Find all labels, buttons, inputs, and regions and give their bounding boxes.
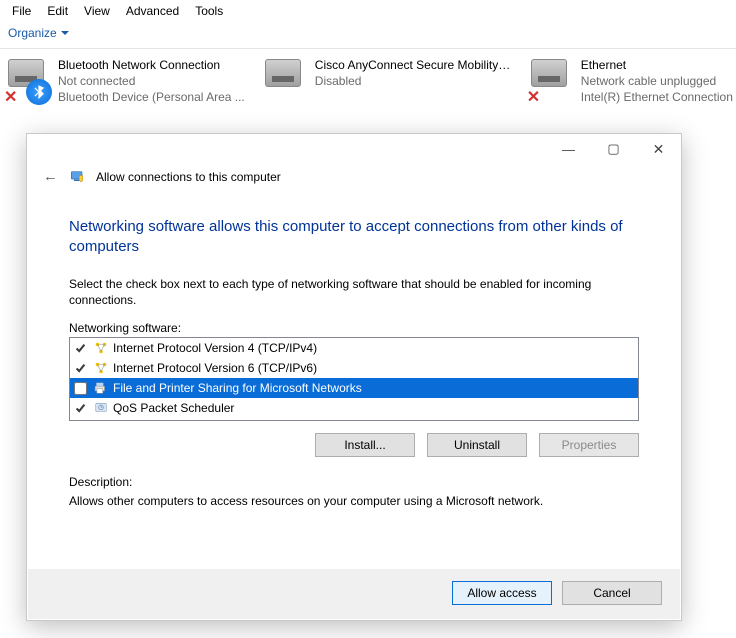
chevron-down-icon bbox=[61, 31, 69, 35]
list-item-ipv6[interactable]: Internet Protocol Version 6 (TCP/IPv6) bbox=[70, 358, 638, 378]
menu-file[interactable]: File bbox=[4, 2, 39, 20]
list-item-checkbox[interactable] bbox=[74, 382, 87, 395]
install-button[interactable]: Install... bbox=[315, 433, 415, 457]
adapter-bluetooth[interactable]: ✕ Bluetooth Network Connection Not conne… bbox=[4, 57, 245, 106]
list-item-checkbox[interactable] bbox=[74, 362, 87, 375]
cancel-button[interactable]: Cancel bbox=[562, 581, 662, 605]
adapter-status: Network cable unplugged bbox=[581, 73, 736, 89]
list-buttons-row: Install... Uninstall Properties bbox=[69, 433, 639, 457]
uninstall-button[interactable]: Uninstall bbox=[427, 433, 527, 457]
network-adapter-icon bbox=[265, 59, 301, 87]
list-item-ipv4[interactable]: Internet Protocol Version 4 (TCP/IPv4) bbox=[70, 338, 638, 358]
error-x-icon: ✕ bbox=[4, 87, 22, 105]
description-text: Allows other computers to access resourc… bbox=[69, 493, 639, 510]
organize-label: Organize bbox=[8, 26, 57, 40]
dialog-title: Networking software allows this computer… bbox=[69, 217, 639, 258]
adapter-icon bbox=[261, 57, 309, 105]
printer-icon bbox=[93, 380, 109, 396]
adapter-name: Cisco AnyConnect Secure Mobility Client … bbox=[315, 57, 511, 73]
menu-tools[interactable]: Tools bbox=[187, 2, 231, 20]
shield-monitor-icon bbox=[70, 169, 86, 185]
menu-advanced[interactable]: Advanced bbox=[118, 2, 187, 20]
menu-edit[interactable]: Edit bbox=[39, 2, 76, 20]
list-item-label: Internet Protocol Version 4 (TCP/IPv4) bbox=[113, 341, 317, 355]
description-label: Description: bbox=[69, 475, 639, 489]
menu-bar: File Edit View Advanced Tools bbox=[0, 0, 736, 22]
adapter-name: Bluetooth Network Connection bbox=[58, 57, 245, 73]
back-arrow-icon[interactable]: ← bbox=[41, 168, 60, 185]
dialog-header: ← Allow connections to this computer bbox=[27, 164, 681, 195]
adapter-name: Ethernet bbox=[581, 57, 736, 73]
adapter-texts: Bluetooth Network Connection Not connect… bbox=[58, 57, 245, 106]
allow-access-button[interactable]: Allow access bbox=[452, 581, 552, 605]
close-button[interactable]: ✕ bbox=[636, 134, 681, 164]
network-adapter-icon bbox=[531, 59, 567, 87]
list-item-label: Internet Protocol Version 6 (TCP/IPv6) bbox=[113, 361, 317, 375]
organize-dropdown[interactable]: Organize bbox=[8, 26, 69, 40]
list-label: Networking software: bbox=[69, 321, 639, 335]
adapters-list: ✕ Bluetooth Network Connection Not conne… bbox=[0, 49, 736, 114]
adapter-status: Disabled bbox=[315, 73, 511, 89]
adapter-device: Bluetooth Device (Personal Area ... bbox=[58, 89, 245, 105]
protocol-icon bbox=[93, 340, 109, 356]
list-item-label: File and Printer Sharing for Microsoft N… bbox=[113, 381, 362, 395]
dialog-body: Networking software allows this computer… bbox=[27, 195, 681, 569]
adapter-ethernet[interactable]: ✕ Ethernet Network cable unplugged Intel… bbox=[527, 57, 736, 106]
adapter-icon: ✕ bbox=[527, 57, 575, 105]
toolbar: Organize bbox=[0, 22, 736, 49]
dialog-footer: Allow access Cancel bbox=[28, 569, 680, 619]
bluetooth-icon bbox=[26, 79, 52, 105]
adapter-texts: Ethernet Network cable unplugged Intel(R… bbox=[581, 57, 736, 106]
list-item-qos[interactable]: QoS Packet Scheduler bbox=[70, 398, 638, 418]
error-x-icon: ✕ bbox=[527, 87, 545, 105]
list-item-checkbox[interactable] bbox=[74, 402, 87, 415]
adapter-device: Intel(R) Ethernet Connection (5) bbox=[581, 89, 736, 105]
networking-software-list[interactable]: Internet Protocol Version 4 (TCP/IPv4) I… bbox=[69, 337, 639, 421]
menu-view[interactable]: View bbox=[76, 2, 118, 20]
adapter-cisco[interactable]: Cisco AnyConnect Secure Mobility Client … bbox=[261, 57, 511, 106]
minimize-button[interactable]: — bbox=[546, 134, 591, 164]
dialog-titlebar: — ▢ ✕ bbox=[27, 134, 681, 164]
list-item-label: QoS Packet Scheduler bbox=[113, 401, 234, 415]
protocol-icon bbox=[93, 360, 109, 376]
adapter-texts: Cisco AnyConnect Secure Mobility Client … bbox=[315, 57, 511, 106]
adapter-icon: ✕ bbox=[4, 57, 52, 105]
allow-connections-dialog: — ▢ ✕ ← Allow connections to this comput… bbox=[26, 133, 682, 621]
maximize-button[interactable]: ▢ bbox=[591, 134, 636, 164]
list-item-file-printer-sharing[interactable]: File and Printer Sharing for Microsoft N… bbox=[70, 378, 638, 398]
adapter-status: Not connected bbox=[58, 73, 245, 89]
dialog-header-text: Allow connections to this computer bbox=[96, 170, 281, 184]
scheduler-icon bbox=[93, 400, 109, 416]
dialog-instruction: Select the check box next to each type o… bbox=[69, 276, 639, 310]
list-item-checkbox[interactable] bbox=[74, 342, 87, 355]
properties-button: Properties bbox=[539, 433, 639, 457]
